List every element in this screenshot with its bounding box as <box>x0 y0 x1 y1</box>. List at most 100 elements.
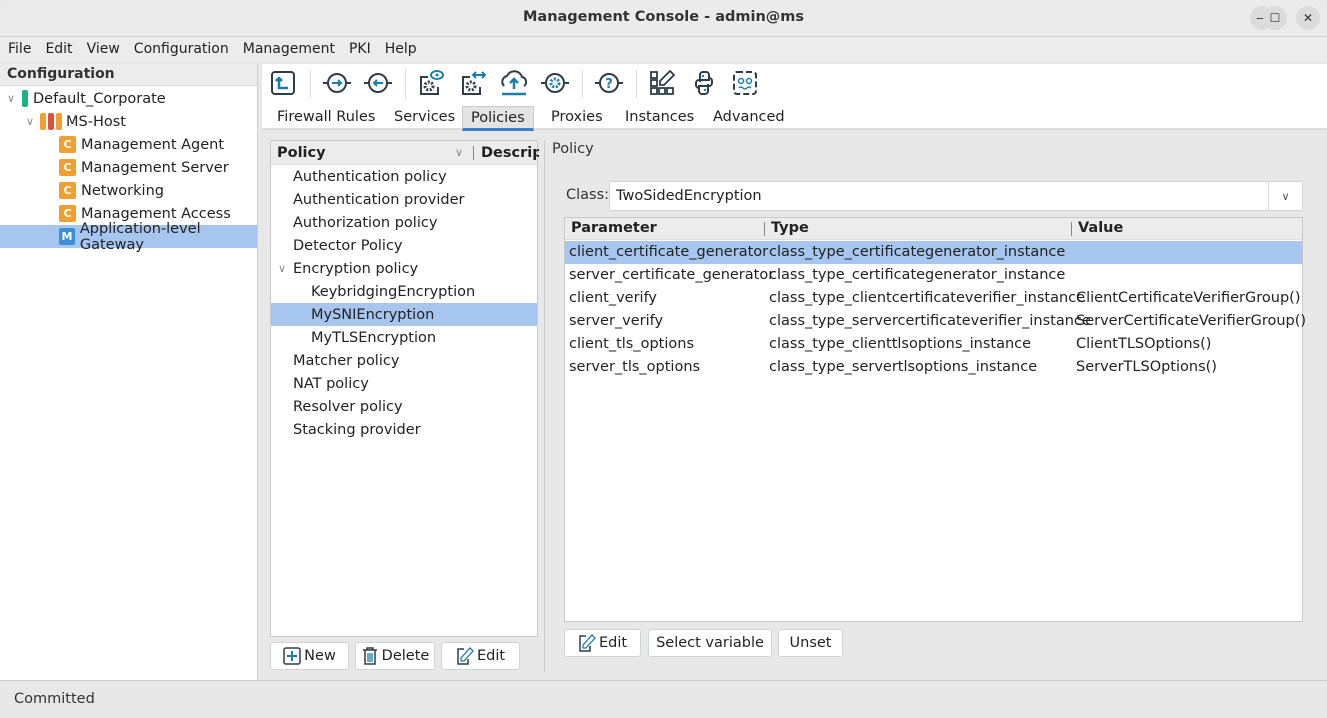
site-bar-icon <box>22 90 28 107</box>
settings-node-icon[interactable] <box>540 68 570 98</box>
policy-item-label: Authorization policy <box>293 214 438 231</box>
cell-value: ClientTLSOptions() <box>1076 336 1212 352</box>
column-header-policy[interactable]: Policy <box>277 145 326 161</box>
tab-proxies[interactable]: Proxies <box>543 109 611 130</box>
python-icon[interactable] <box>689 68 719 98</box>
cell-value: ServerTLSOptions() <box>1076 359 1217 375</box>
policy-item[interactable]: Resolver policy <box>271 395 537 418</box>
chevron-down-icon[interactable]: ∨ <box>4 92 18 105</box>
toolbar-separator <box>636 70 637 98</box>
select-variable-button[interactable]: Select variable <box>648 629 772 657</box>
tab-policies[interactable]: Policies <box>462 106 534 131</box>
policy-item[interactable]: KeybridgingEncryption <box>271 280 537 303</box>
menu-edit[interactable]: Edit <box>37 38 78 62</box>
edit-policy-button[interactable]: Edit <box>441 642 520 670</box>
delete-policy-button[interactable]: Delete <box>355 642 435 670</box>
unset-button[interactable]: Unset <box>778 629 843 657</box>
toolbar-separator <box>405 70 406 98</box>
policy-item-label: Authentication provider <box>293 191 465 208</box>
close-button[interactable]: ✕ <box>1296 6 1320 30</box>
chevron-down-icon[interactable]: ∨ <box>1268 182 1302 210</box>
policy-item[interactable]: Authentication policy <box>271 165 537 188</box>
edit-button-label: Edit <box>476 648 506 664</box>
new-button-label: New <box>304 648 336 664</box>
cloud-upload-icon[interactable] <box>499 68 529 98</box>
edit-grid-icon[interactable] <box>647 68 677 98</box>
component-c-icon: C <box>59 205 76 222</box>
tab-advanced[interactable]: Advanced <box>705 109 793 130</box>
column-divider[interactable] <box>1071 222 1072 236</box>
table-row[interactable]: client_certificate_generator class_type_… <box>565 241 1302 264</box>
policy-item[interactable]: Detector Policy <box>271 234 537 257</box>
table-row[interactable]: server_tls_options class_type_servertlso… <box>565 356 1302 379</box>
menu-configuration[interactable]: Configuration <box>126 38 235 62</box>
policy-item[interactable]: Matcher policy <box>271 349 537 372</box>
menu-management[interactable]: Management <box>235 38 341 62</box>
tree-item-label: Management Server <box>81 159 229 176</box>
policy-item-label: NAT policy <box>293 375 369 392</box>
cell-parameter: client_verify <box>569 290 657 306</box>
splitter[interactable] <box>544 140 545 672</box>
menu-file[interactable]: File <box>0 38 37 62</box>
policy-item-selected[interactable]: MySNIEncryption <box>271 303 537 326</box>
menu-help[interactable]: Help <box>377 38 423 62</box>
column-header-description[interactable]: Descript <box>481 145 539 161</box>
text-editor-icon[interactable] <box>730 68 760 98</box>
tree-item-ms-host[interactable]: ∨ MS-Host <box>0 110 257 133</box>
policy-item[interactable]: Stacking provider <box>271 418 537 441</box>
tab-bar: Firewall Rules Services Policies Proxies… <box>262 104 1327 131</box>
pencil-icon <box>457 647 474 665</box>
column-header-type[interactable]: Type <box>771 220 809 236</box>
tab-services[interactable]: Services <box>386 109 463 130</box>
policy-item-label: Stacking provider <box>293 421 421 438</box>
column-divider[interactable] <box>764 222 765 236</box>
edit-button-label: Edit <box>598 635 628 651</box>
component-m-icon: M <box>59 228 75 245</box>
policy-item[interactable]: MyTLSEncryption <box>271 326 537 349</box>
help-icon[interactable]: ? <box>594 68 624 98</box>
chevron-down-icon[interactable]: ∨ <box>23 115 37 128</box>
tree-item-networking[interactable]: C Networking <box>0 179 257 202</box>
column-header-parameter[interactable]: Parameter <box>571 220 657 236</box>
upload-config-icon[interactable] <box>268 68 298 98</box>
tree-item-management-agent[interactable]: C Management Agent <box>0 133 257 156</box>
cell-type: class_type_certificategenerator_instance <box>769 267 1066 283</box>
tab-firewall-rules[interactable]: Firewall Rules <box>269 109 383 130</box>
tab-instances[interactable]: Instances <box>617 109 702 130</box>
delete-button-label: Delete <box>381 648 430 664</box>
policy-item[interactable]: Authentication provider <box>271 188 537 211</box>
policy-item-encryption-policy[interactable]: ∨ Encryption policy <box>271 257 537 280</box>
policy-tree-header: Policy ∨ Descript <box>271 141 539 165</box>
tree-item-management-server[interactable]: C Management Server <box>0 156 257 179</box>
column-header-value[interactable]: Value <box>1078 220 1123 236</box>
policy-item[interactable]: Authorization policy <box>271 211 537 234</box>
column-divider[interactable] <box>473 145 474 160</box>
table-row[interactable]: client_verify class_type_clientcertifica… <box>565 287 1302 310</box>
sort-chevron-icon[interactable]: ∨ <box>455 146 463 159</box>
table-row[interactable]: server_certificate_generator class_type_… <box>565 264 1302 287</box>
tree-item-label: Default_Corporate <box>33 90 166 107</box>
policy-item-label: Encryption policy <box>293 260 419 277</box>
configuration-tree-panel: Configuration ∨ Default_Corporate ∨ MS-H… <box>0 64 258 680</box>
edit-parameter-button[interactable]: Edit <box>564 629 641 657</box>
policy-section-title: Policy <box>552 141 594 157</box>
menu-pki[interactable]: PKI <box>341 38 377 62</box>
table-row[interactable]: client_tls_options class_type_clienttlso… <box>565 333 1302 356</box>
tree-item-label: Networking <box>81 182 164 199</box>
maximize-button[interactable]: ☐ <box>1263 6 1287 30</box>
menu-view[interactable]: View <box>79 38 126 62</box>
disconnect-icon[interactable] <box>363 68 393 98</box>
table-row[interactable]: server_verify class_type_servercertifica… <box>565 310 1306 333</box>
tree-item-default-corporate[interactable]: ∨ Default_Corporate <box>0 87 257 110</box>
chevron-down-icon[interactable]: ∨ <box>275 262 289 275</box>
status-text: Committed <box>14 691 95 707</box>
connect-icon[interactable] <box>322 68 352 98</box>
new-policy-button[interactable]: New <box>270 642 349 670</box>
tree-item-application-level-gateway[interactable]: M Application-level Gateway <box>0 221 257 253</box>
compare-config-icon[interactable] <box>457 68 487 98</box>
cell-value: ServerCertificateVerifierGroup() <box>1076 313 1307 329</box>
policy-item[interactable]: NAT policy <box>271 372 537 395</box>
cell-parameter: server_verify <box>569 313 664 329</box>
view-config-icon[interactable] <box>415 68 445 98</box>
class-select[interactable]: TwoSidedEncryption ∨ <box>609 181 1303 211</box>
